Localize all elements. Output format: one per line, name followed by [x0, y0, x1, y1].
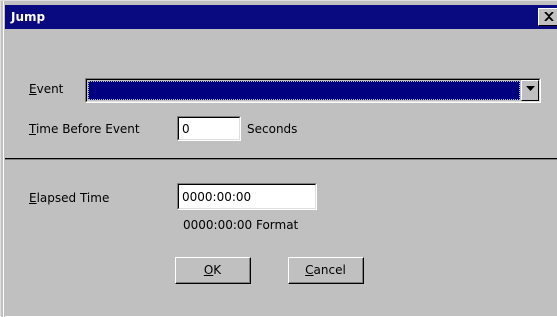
- time-before-input[interactable]: [179, 118, 239, 139]
- ok-label-rest: K: [213, 263, 222, 277]
- ok-mnemonic: O: [203, 263, 214, 277]
- time-before-field[interactable]: [177, 116, 241, 141]
- seconds-unit-label: Seconds: [247, 122, 298, 136]
- time-before-label-rest: ime Before Event: [35, 122, 140, 136]
- separator-shadow: [5, 159, 557, 160]
- time-before-label: Time Before Event: [29, 122, 140, 136]
- elapsed-label-rest: lapsed Time: [36, 191, 110, 205]
- dialog-title: Jump: [11, 10, 46, 24]
- event-label-mnemonic: E: [29, 82, 37, 96]
- elapsed-time-input[interactable]: [179, 185, 315, 208]
- event-label-rest: vent: [36, 82, 64, 96]
- elapsed-label-mnemonic: E: [29, 191, 37, 205]
- close-icon: [544, 12, 554, 21]
- close-button[interactable]: [538, 8, 557, 26]
- event-combobox[interactable]: [85, 78, 541, 103]
- cancel-button-face: Cancel: [289, 258, 363, 283]
- cancel-mnemonic: C: [305, 263, 314, 277]
- title-bar[interactable]: Jump: [5, 5, 557, 29]
- dialog-left-highlight: [3, 1, 4, 317]
- elapsed-time-field[interactable]: [177, 183, 317, 210]
- ok-button[interactable]: OK: [175, 257, 251, 284]
- chevron-down-icon: [526, 86, 535, 91]
- time-before-label-mnemonic: T: [29, 122, 36, 136]
- event-label: Event: [29, 82, 63, 96]
- cancel-label-rest: ancel: [313, 263, 346, 277]
- ok-button-face: OK: [176, 258, 250, 283]
- event-dropdown-button[interactable]: [521, 80, 539, 101]
- event-selected-value[interactable]: [88, 81, 520, 100]
- elapsed-time-label: Elapsed Time: [29, 191, 109, 205]
- elapsed-format-hint: 0000:00:00 Format: [183, 218, 299, 232]
- jump-dialog: Jump Event Time Before Event Seconds Ela…: [0, 0, 557, 317]
- cancel-button[interactable]: Cancel: [288, 257, 364, 284]
